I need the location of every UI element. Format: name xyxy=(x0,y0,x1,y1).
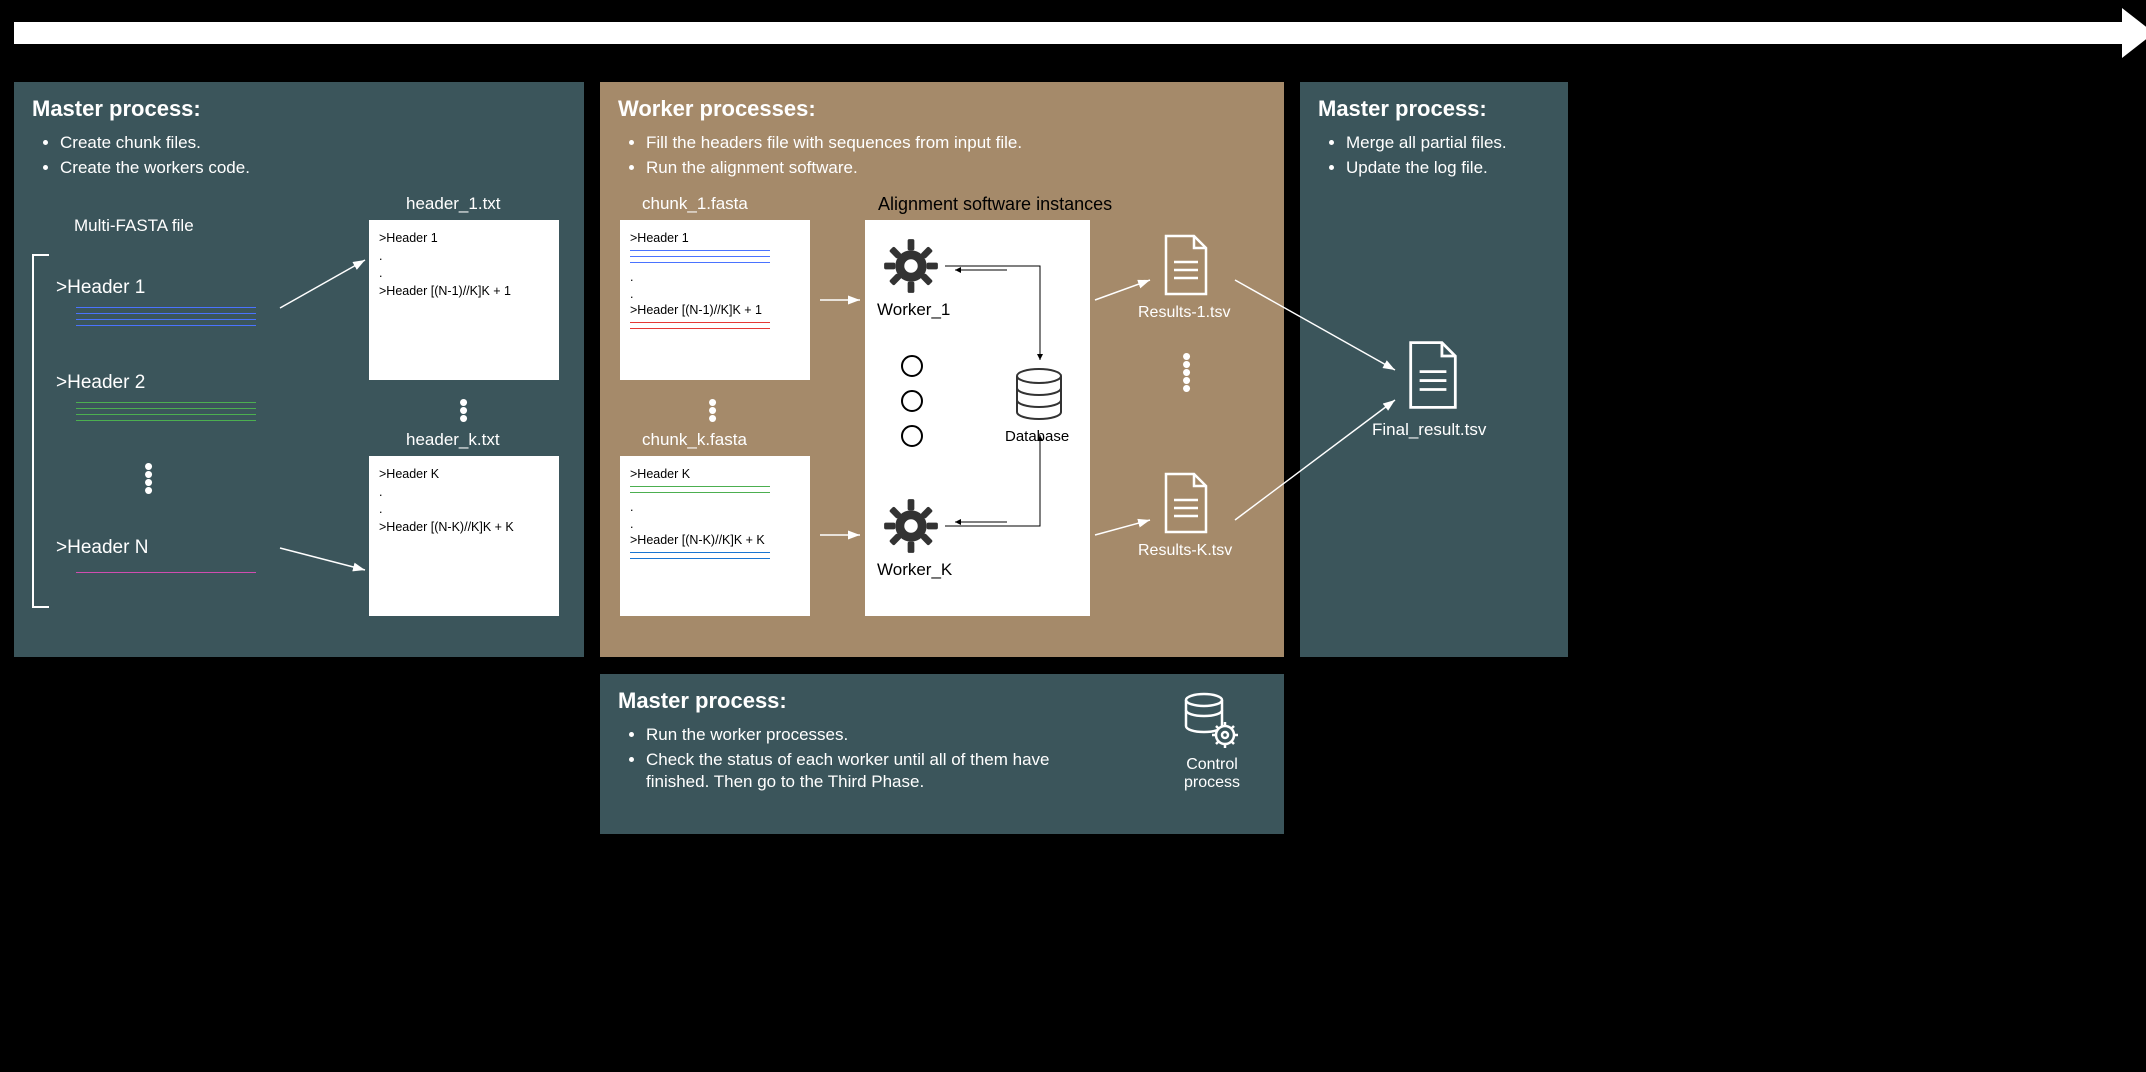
worker-item-1: Run the alignment software. xyxy=(646,157,1266,179)
master2-title: Master process: xyxy=(618,688,1266,714)
master1-item-1: Create the workers code. xyxy=(60,157,566,179)
h1-l1: >Header 1 xyxy=(379,230,549,248)
hk-d2: . xyxy=(379,501,549,519)
control-process-icon xyxy=(1182,692,1242,757)
fasta-header-n: >Header N xyxy=(56,537,148,559)
hk-l2: >Header [(N-K)//K]K + K xyxy=(379,519,549,537)
timeline-arrow xyxy=(14,22,2124,44)
headerk-title: header_k.txt xyxy=(406,430,500,450)
headers-vdots: ••• xyxy=(459,398,468,422)
h1-d2: . xyxy=(379,265,549,283)
ck-l1: >Header K xyxy=(630,466,800,482)
master-process-panel-2: Master process: Run the worker processes… xyxy=(600,674,1284,834)
ck-d1: . xyxy=(630,499,800,515)
seq-ckb xyxy=(630,552,770,559)
results1-label: Results-1.tsv xyxy=(1138,304,1230,322)
alignment-arrows xyxy=(865,220,1090,616)
h1-d1: . xyxy=(379,248,549,266)
alignment-box: Worker_1 Worker_K Database xyxy=(865,220,1090,616)
fasta-header-1: >Header 1 xyxy=(56,277,145,299)
master1-title: Master process: xyxy=(32,96,566,122)
multi-fasta-title: Multi-FASTA file xyxy=(74,216,194,236)
master-process-panel-1: Master process: Create chunk files. Crea… xyxy=(14,82,584,657)
final-label: Final_result.tsv xyxy=(1372,420,1486,440)
fasta-header-2: >Header 2 xyxy=(56,372,145,394)
worker-item-0: Fill the headers file with sequences fro… xyxy=(646,132,1266,154)
worker-list: Fill the headers file with sequences fro… xyxy=(646,132,1266,179)
c1-l1: >Header 1 xyxy=(630,230,800,246)
header1-title: header_1.txt xyxy=(406,194,501,214)
master3-item-1: Update the log file. xyxy=(1346,157,1550,179)
master3-title: Master process: xyxy=(1318,96,1550,122)
control-label: Control process xyxy=(1172,756,1252,792)
fasta-frame-bracket xyxy=(32,254,49,608)
chunk1-title: chunk_1.fasta xyxy=(642,194,748,214)
seq-h1 xyxy=(76,307,256,331)
worker-processes-panel: Worker processes: Fill the headers file … xyxy=(600,82,1284,657)
header1-card: >Header 1 . . >Header [(N-1)//K]K + 1 xyxy=(369,220,559,380)
master-process-panel-3: Master process: Merge all partial files.… xyxy=(1300,82,1568,657)
document-icon xyxy=(1404,340,1462,410)
align-title: Alignment software instances xyxy=(878,194,1112,215)
chunkk-title: chunk_k.fasta xyxy=(642,430,747,450)
seq-c1a xyxy=(630,250,770,263)
master1-list: Create chunk files. Create the workers c… xyxy=(60,132,566,179)
master1-item-0: Create chunk files. xyxy=(60,132,566,154)
seq-h2 xyxy=(76,402,256,426)
fasta-vdots: •••• xyxy=(144,462,153,494)
document-icon xyxy=(1160,234,1212,296)
c1-d2: . xyxy=(630,286,800,302)
results-vdots: ••••• xyxy=(1182,352,1191,392)
master3-list: Merge all partial files. Update the log … xyxy=(1346,132,1550,179)
ck-l2: >Header [(N-K)//K]K + K xyxy=(630,532,800,548)
h1-l2: >Header [(N-1)//K]K + 1 xyxy=(379,283,549,301)
chunks-vdots: ••• xyxy=(708,398,717,422)
master2-item-0: Run the worker processes. xyxy=(646,724,1066,746)
master2-list: Run the worker processes. Check the stat… xyxy=(646,724,1066,793)
hk-d1: . xyxy=(379,484,549,502)
document-icon xyxy=(1160,472,1212,534)
resultsk-label: Results-K.tsv xyxy=(1138,542,1232,560)
c1-l2: >Header [(N-1)//K]K + 1 xyxy=(630,302,800,318)
ck-d2: . xyxy=(630,516,800,532)
seq-hn xyxy=(76,572,256,578)
chunkk-card: >Header K . . >Header [(N-K)//K]K + K xyxy=(620,456,810,616)
c1-d1: . xyxy=(630,269,800,285)
headerk-card: >Header K . . >Header [(N-K)//K]K + K xyxy=(369,456,559,616)
master3-item-0: Merge all partial files. xyxy=(1346,132,1550,154)
master2-item-1: Check the status of each worker until al… xyxy=(646,749,1066,793)
seq-cka xyxy=(630,486,770,493)
chunk1-card: >Header 1 . . >Header [(N-1)//K]K + 1 xyxy=(620,220,810,380)
worker-title: Worker processes: xyxy=(618,96,1266,122)
hk-l1: >Header K xyxy=(379,466,549,484)
seq-c1b xyxy=(630,322,770,329)
